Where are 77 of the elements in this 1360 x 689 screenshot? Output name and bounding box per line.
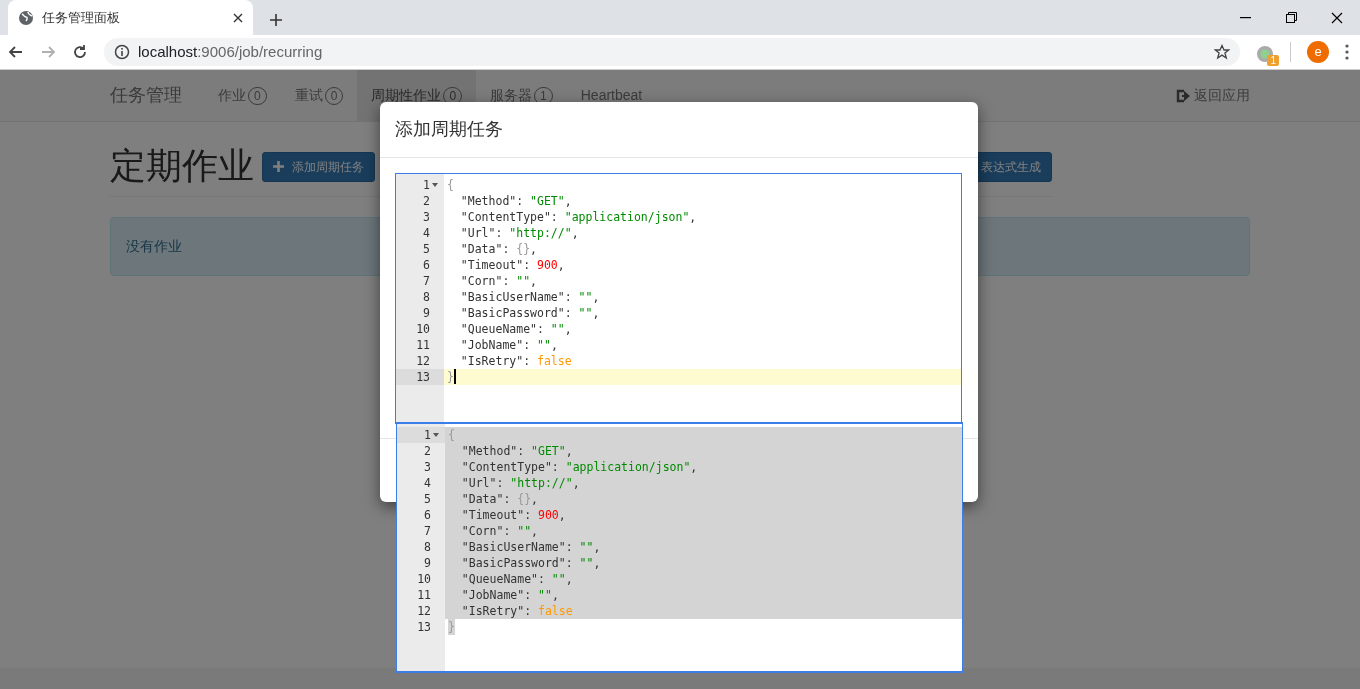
code-line: "Data": {},: [460, 491, 539, 507]
line-number: 2: [423, 193, 430, 209]
line-number: 13: [417, 619, 431, 635]
line-number: 1: [423, 177, 430, 193]
code-line: "Timeout": 900,: [460, 507, 566, 523]
line-number: 9: [424, 555, 431, 571]
code-line: "ContentType": "application/json",: [460, 459, 698, 475]
fold-icon[interactable]: [432, 183, 438, 187]
new-tab-icon[interactable]: [269, 13, 283, 27]
browser-tab[interactable]: 任务管理面板: [8, 0, 253, 35]
code-editor[interactable]: [395, 173, 962, 424]
nav-tab[interactable]: 重试 0: [280, 70, 358, 122]
code-line: "Timeout": 900,: [459, 257, 565, 273]
line-number: 7: [424, 523, 431, 539]
code-line: "BasicPassword": "",: [460, 555, 601, 571]
star-icon[interactable]: [1214, 44, 1230, 60]
info-icon: [114, 44, 130, 60]
line-number: 13: [416, 369, 430, 385]
nav-tab[interactable]: 作业 0: [204, 70, 281, 122]
code-line: "Data": {},: [459, 241, 538, 257]
address-bar[interactable]: localhost:9006/job/recurring: [104, 38, 1240, 66]
line-number: 5: [424, 491, 431, 507]
line-number: 6: [424, 507, 431, 523]
code-line: "Url": "http://",: [460, 475, 580, 491]
line-number: 2: [424, 443, 431, 459]
line-number: 7: [423, 273, 430, 289]
code-line: "BasicUserName": "",: [459, 289, 600, 305]
line-number: 6: [423, 257, 430, 273]
code-line: {: [448, 427, 455, 443]
close-icon[interactable]: [1331, 11, 1343, 24]
brand-title[interactable]: 任务管理: [110, 82, 182, 109]
url-text: localhost:9006/job/recurring: [138, 41, 324, 62]
code-line: }: [447, 369, 454, 385]
line-number: 12: [417, 603, 431, 619]
code-line: "IsRetry": false: [460, 603, 573, 619]
menu-icon[interactable]: [1345, 44, 1349, 60]
line-number: 8: [424, 539, 431, 555]
code-editor[interactable]: [396, 422, 963, 673]
page-title: 定期作业: [110, 146, 254, 186]
line-number: 11: [417, 587, 431, 603]
code-line: "Corn": "",: [459, 273, 538, 289]
code-line: "Method": "GET",: [460, 443, 573, 459]
line-number: 9: [423, 305, 430, 321]
line-number: 8: [423, 289, 430, 305]
reload-icon[interactable]: [72, 44, 88, 60]
code-line: "IsRetry": false: [459, 353, 572, 369]
tab-title: 任务管理面板: [42, 8, 121, 27]
line-number: 10: [417, 571, 431, 587]
line-number: 4: [424, 475, 431, 491]
code-line: "Method": "GET",: [459, 193, 572, 209]
minimize-icon[interactable]: [1239, 16, 1251, 19]
line-number: 5: [423, 241, 430, 257]
line-number: 10: [416, 321, 430, 337]
code-line: "QueueName": "",: [460, 571, 573, 587]
fold-icon[interactable]: [433, 433, 439, 437]
code-line: "Url": "http://",: [459, 225, 579, 241]
globe-icon: [18, 9, 34, 26]
line-number: 11: [416, 337, 430, 353]
code-line: "JobName": "",: [459, 337, 558, 353]
code-line: "Corn": "",: [460, 523, 539, 539]
profile-avatar[interactable]: e: [1307, 41, 1329, 63]
line-number: 4: [423, 225, 430, 241]
restore-icon[interactable]: [1285, 12, 1297, 23]
code-line: {: [447, 177, 454, 193]
code-line: "BasicUserName": "",: [460, 539, 601, 555]
plus-icon: [273, 161, 284, 173]
code-line: "BasicPassword": "",: [459, 305, 600, 321]
sign-out-icon: [1176, 88, 1190, 103]
line-number: 12: [416, 353, 430, 369]
line-number: 1: [424, 427, 431, 443]
close-icon[interactable]: [233, 12, 243, 23]
code-line: "JobName": "",: [460, 587, 559, 603]
code-line: "QueueName": "",: [459, 321, 572, 337]
back-arrow-icon[interactable]: [8, 44, 24, 60]
add-button[interactable]: 添加周期任务: [262, 151, 375, 182]
line-number: 3: [424, 459, 431, 475]
notification-count: 1: [1267, 55, 1279, 66]
